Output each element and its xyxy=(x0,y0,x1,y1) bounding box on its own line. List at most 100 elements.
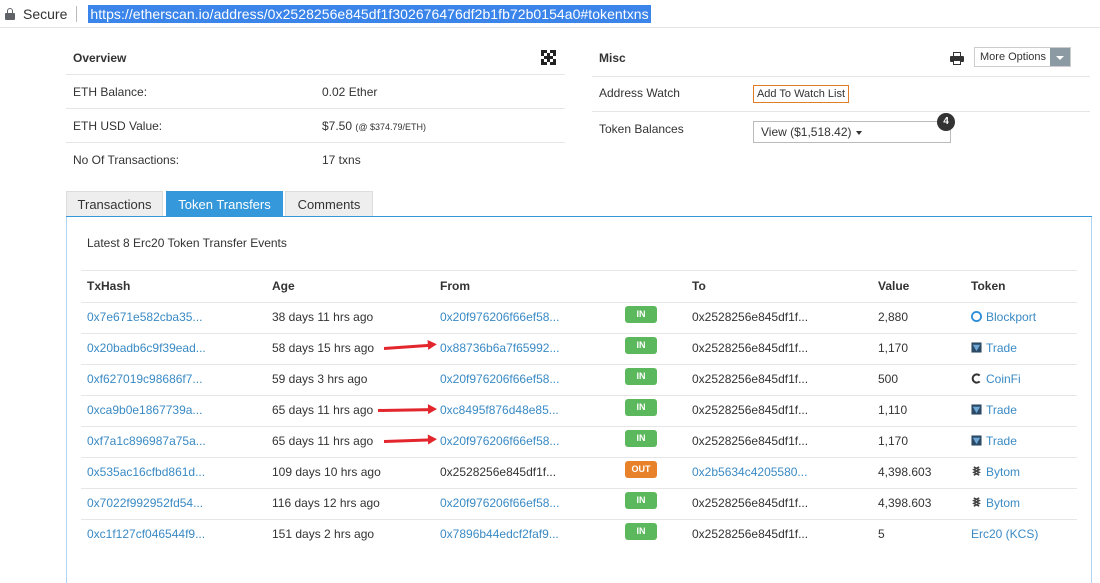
column-header-txhash: TxHash xyxy=(87,279,131,293)
from-address-link[interactable]: 0x88736b6a7f65992... xyxy=(440,341,559,355)
from-address: 0x2528256e845df1f... xyxy=(440,465,557,479)
token-link[interactable]: CoinFi xyxy=(971,372,1021,386)
value-cell: 1,170 xyxy=(878,341,909,355)
trade-icon xyxy=(971,404,982,415)
bytom-icon xyxy=(972,497,981,507)
value-cell: 5 xyxy=(878,527,885,541)
txhash-link[interactable]: 0x7022f992952fd54... xyxy=(87,496,203,510)
direction-badge: IN xyxy=(625,399,657,416)
value-cell: 4,398.603 xyxy=(878,496,932,510)
add-to-watch-list-button[interactable]: Add To Watch List xyxy=(753,85,849,103)
overview-title: Overview xyxy=(73,51,127,65)
value-cell: 1,170 xyxy=(878,434,909,448)
bytom-icon xyxy=(972,466,981,476)
txhash-link[interactable]: 0xca9b0e1867739a... xyxy=(87,403,202,417)
from-address-link[interactable]: 0x20f976206f66ef58... xyxy=(440,310,559,324)
txhash-link[interactable]: 0x535ac16cfbd861d... xyxy=(87,465,205,479)
to-address: 0x2528256e845df1f... xyxy=(692,372,809,386)
from-address-link[interactable]: 0x20f976206f66ef58... xyxy=(440,434,559,448)
age-cell: 151 days 2 hrs ago xyxy=(272,527,375,541)
txhash-link[interactable]: 0x20badb6c9f39ead... xyxy=(87,341,206,355)
column-header-value: Value xyxy=(878,279,910,293)
to-address: 0x2528256e845df1f... xyxy=(692,496,809,510)
from-address-link[interactable]: 0xc8495f876d48e85... xyxy=(440,403,559,417)
misc-title: Misc xyxy=(599,51,626,65)
more-options-dropdown[interactable]: More Options xyxy=(974,47,1071,67)
eth-usd-amount: $7.50 xyxy=(322,119,353,133)
value-cell: 500 xyxy=(878,372,899,386)
tx-count-value: 17 txns xyxy=(322,153,361,167)
direction-badge: IN xyxy=(625,337,657,354)
divider xyxy=(592,111,1090,112)
direction-badge: IN xyxy=(625,492,657,509)
token-link[interactable]: Trade xyxy=(971,434,1017,448)
token-name: Bytom xyxy=(986,465,1021,479)
address-watch-label: Address Watch xyxy=(599,86,680,100)
direction-badge: IN xyxy=(625,523,657,540)
eth-balance-value: 0.02 Ether xyxy=(322,85,378,99)
tx-count-label: No Of Transactions: xyxy=(73,153,180,167)
from-address-link[interactable]: 0x20f976206f66ef58... xyxy=(440,372,559,386)
secure-label: Secure xyxy=(23,5,68,22)
table-row-divider xyxy=(81,302,1077,303)
trade-icon xyxy=(971,342,982,353)
table-row-divider xyxy=(81,488,1077,489)
qr-code-icon[interactable] xyxy=(541,50,556,65)
table-row-divider xyxy=(81,395,1077,396)
token-link[interactable]: Trade xyxy=(971,403,1017,417)
from-address-link[interactable]: 0x20f976206f66ef58... xyxy=(440,496,559,510)
events-title: Latest 8 Erc20 Token Transfer Events xyxy=(87,236,287,250)
age-cell: 65 days 11 hrs ago xyxy=(272,403,374,417)
direction-badge: OUT xyxy=(625,461,657,478)
to-address: 0x2528256e845df1f... xyxy=(692,527,809,541)
tab-token-transfers[interactable]: Token Transfers xyxy=(166,191,283,217)
token-link[interactable]: Bytom xyxy=(971,496,1020,510)
table-row-divider xyxy=(81,519,1077,520)
token-link[interactable]: Erc20 (KCS) xyxy=(971,527,1038,541)
value-cell: 2,880 xyxy=(878,310,909,324)
txhash-link[interactable]: 0xc1f127cf046544f9... xyxy=(87,527,205,541)
token-link[interactable]: Bytom xyxy=(971,465,1020,479)
eth-balance-label: ETH Balance: xyxy=(73,85,148,99)
from-address-link[interactable]: 0x7896b44edcf2faf9... xyxy=(440,527,559,541)
tab-content-panel xyxy=(66,217,1092,583)
table-row-divider xyxy=(81,426,1077,427)
token-balances-dropdown[interactable]: View ($1,518.42) xyxy=(753,121,951,143)
printer-icon[interactable] xyxy=(950,52,964,65)
token-link[interactable]: Trade xyxy=(971,341,1017,355)
lock-icon xyxy=(5,7,15,20)
column-header-token: Token xyxy=(971,279,1006,293)
column-header-age: Age xyxy=(272,279,295,293)
value-cell: 4,398.603 xyxy=(878,465,932,479)
table-row-divider xyxy=(81,457,1077,458)
divider xyxy=(592,76,1090,77)
token-name: Blockport xyxy=(986,310,1037,324)
to-address: 0x2528256e845df1f... xyxy=(692,310,809,324)
browser-address-bar: Secure https://etherscan.io/address/0x25… xyxy=(0,0,1100,28)
token-name: Erc20 (KCS) xyxy=(971,527,1039,541)
age-cell: 59 days 3 hrs ago xyxy=(272,372,368,386)
table-row-divider xyxy=(81,364,1077,365)
token-name: CoinFi xyxy=(986,372,1021,386)
coinfi-icon xyxy=(971,373,981,384)
column-header-from: From xyxy=(440,279,470,293)
url-input[interactable]: https://etherscan.io/address/0x2528256e8… xyxy=(88,4,651,23)
token-balances-value: View ($1,518.42) xyxy=(761,125,852,139)
token-balances-label: Token Balances xyxy=(599,122,684,136)
to-address-link[interactable]: 0x2b5634c4205580... xyxy=(692,465,807,479)
column-header-to: To xyxy=(692,279,706,293)
token-link[interactable]: Blockport xyxy=(971,310,1036,324)
divider xyxy=(66,74,565,75)
to-address: 0x2528256e845df1f... xyxy=(692,341,809,355)
txhash-link[interactable]: 0xf627019c98686f7... xyxy=(87,372,202,386)
token-name: Trade xyxy=(986,434,1017,448)
table-row-divider xyxy=(81,333,1077,334)
tab-comments[interactable]: Comments xyxy=(285,191,373,217)
txhash-link[interactable]: 0xf7a1c896987a75a... xyxy=(87,434,206,448)
tab-transactions[interactable]: Transactions xyxy=(66,191,163,217)
token-count-badge: 4 xyxy=(937,113,955,131)
eth-usd-rate: (@ $374.79/ETH) xyxy=(355,122,427,132)
chevron-down-icon xyxy=(1050,48,1070,66)
age-cell: 65 days 11 hrs ago xyxy=(272,434,374,448)
txhash-link[interactable]: 0x7e671e582cba35... xyxy=(87,310,202,324)
